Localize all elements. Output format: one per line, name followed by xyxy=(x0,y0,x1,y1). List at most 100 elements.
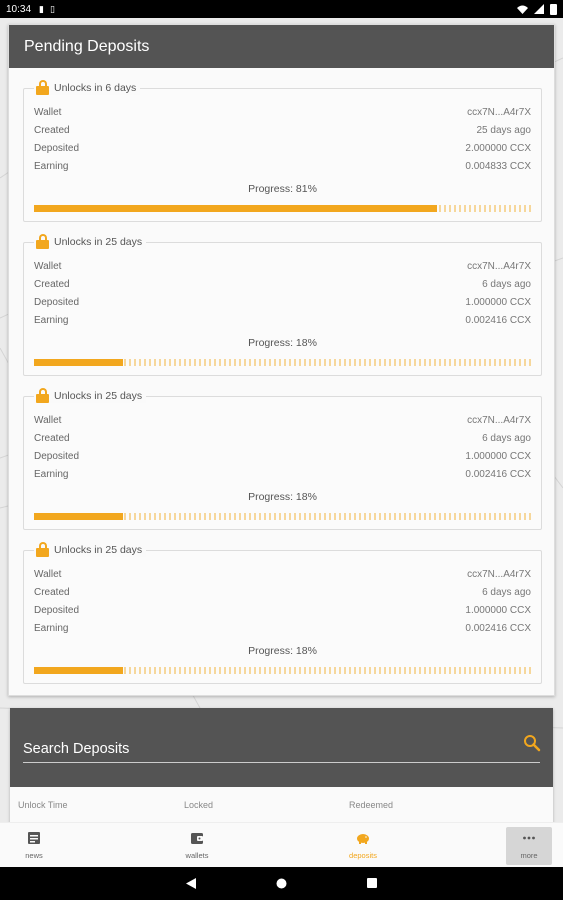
lock-icon xyxy=(36,542,49,557)
created-label: Created xyxy=(34,125,70,136)
wallet-label: Wallet xyxy=(34,107,62,118)
deposited-label: Deposited xyxy=(34,451,80,462)
column-redeemed[interactable]: Redeemed xyxy=(349,800,393,810)
deposit-row-deposited: Deposited 2.000000 CCX xyxy=(34,143,531,157)
progress-bar xyxy=(34,359,531,366)
pending-deposits-title: Pending Deposits xyxy=(9,25,554,68)
deposit-row-wallet: Wallet ccx7N...A4r7X xyxy=(34,261,531,275)
piggy-bank-icon xyxy=(357,834,369,844)
earning-label: Earning xyxy=(34,161,69,172)
deposit-row-earning: Earning 0.002416 CCX xyxy=(34,623,531,637)
created-value: 6 days ago xyxy=(482,433,531,444)
wifi-icon xyxy=(517,5,528,14)
nav-more[interactable]: more xyxy=(506,827,552,865)
sim-icon: ▯ xyxy=(49,3,55,14)
deposit-row-created: Created 25 days ago xyxy=(34,125,531,139)
wallet-icon xyxy=(191,833,203,844)
earning-value: 0.002416 CCX xyxy=(465,469,531,480)
pending-deposits-card: Pending Deposits Unlocks in 6 days Walle… xyxy=(8,24,555,696)
progress-bar xyxy=(34,205,531,212)
deposit-row-deposited: Deposited 1.000000 CCX xyxy=(34,297,531,311)
progress-fill xyxy=(34,359,124,366)
back-icon[interactable] xyxy=(186,878,196,889)
earning-value: 0.002416 CCX xyxy=(465,315,531,326)
notification-icon: ▮ xyxy=(39,3,44,14)
earning-label: Earning xyxy=(34,469,69,480)
wallet-value: ccx7N...A4r7X xyxy=(467,107,531,118)
unlock-legend: Unlocks in 6 days xyxy=(34,80,141,95)
wallet-label: Wallet xyxy=(34,569,62,580)
wallet-value: ccx7N...A4r7X xyxy=(467,569,531,580)
deposit-row-wallet: Wallet ccx7N...A4r7X xyxy=(34,415,531,429)
column-locked[interactable]: Locked xyxy=(184,800,213,810)
search-input[interactable] xyxy=(23,736,483,762)
deposited-value: 1.000000 CCX xyxy=(465,297,531,308)
search-header xyxy=(10,708,553,787)
deposit-row-wallet: Wallet ccx7N...A4r7X xyxy=(34,107,531,121)
created-label: Created xyxy=(34,433,70,444)
lock-icon xyxy=(36,234,49,249)
nav-more-label: more xyxy=(520,851,538,860)
nav-wallets-label: wallets xyxy=(185,851,209,860)
deposit-row-created: Created 6 days ago xyxy=(34,587,531,601)
deposited-label: Deposited xyxy=(34,297,80,308)
lock-icon xyxy=(36,80,49,95)
battery-icon xyxy=(550,3,557,15)
deposit-row-created: Created 6 days ago xyxy=(34,279,531,293)
wallet-value: ccx7N...A4r7X xyxy=(467,261,531,272)
progress-bar xyxy=(34,667,531,674)
nav-news[interactable]: news xyxy=(11,827,57,865)
deposit-row-created: Created 6 days ago xyxy=(34,433,531,447)
nav-wallets[interactable]: wallets xyxy=(174,827,220,865)
created-label: Created xyxy=(34,279,70,290)
unlock-legend: Unlocks in 25 days xyxy=(34,388,147,403)
earning-value: 0.002416 CCX xyxy=(465,623,531,634)
deposit-row-earning: Earning 0.002416 CCX xyxy=(34,315,531,329)
deposited-label: Deposited xyxy=(34,143,80,154)
progress-label: Progress: 18% xyxy=(248,337,317,349)
recents-icon[interactable] xyxy=(367,878,377,888)
deposited-value: 1.000000 CCX xyxy=(465,605,531,616)
deposited-value: 2.000000 CCX xyxy=(465,143,531,154)
unlock-time-label: Unlocks in 6 days xyxy=(54,81,137,94)
unlock-legend: Unlocks in 25 days xyxy=(34,542,147,557)
deposited-value: 1.000000 CCX xyxy=(465,451,531,462)
nav-deposits[interactable]: deposits xyxy=(340,827,386,865)
lock-icon xyxy=(36,388,49,403)
earning-label: Earning xyxy=(34,315,69,326)
progress-label: Progress: 18% xyxy=(248,491,317,503)
news-icon xyxy=(28,832,40,844)
progress-fill xyxy=(34,513,124,520)
wallet-value: ccx7N...A4r7X xyxy=(467,415,531,426)
deposit-item[interactable]: Unlocks in 6 days Wallet ccx7N...A4r7X C… xyxy=(23,80,542,222)
nav-news-label: news xyxy=(25,851,43,860)
nav-deposits-label: deposits xyxy=(349,851,377,860)
created-value: 6 days ago xyxy=(482,279,531,290)
home-icon[interactable] xyxy=(276,878,287,889)
deposit-row-earning: Earning 0.002416 CCX xyxy=(34,469,531,483)
unlock-time-label: Unlocks in 25 days xyxy=(54,543,143,556)
progress-bar xyxy=(34,513,531,520)
search-icon[interactable] xyxy=(523,734,541,752)
signal-icon xyxy=(534,4,544,14)
progress-label: Progress: 81% xyxy=(248,183,317,195)
deposit-item[interactable]: Unlocks in 25 days Wallet ccx7N...A4r7X … xyxy=(23,234,542,376)
deposited-label: Deposited xyxy=(34,605,80,616)
unlock-legend: Unlocks in 25 days xyxy=(34,234,147,249)
progress-label: Progress: 18% xyxy=(248,645,317,657)
deposit-row-earning: Earning 0.004833 CCX xyxy=(34,161,531,175)
unlock-time-label: Unlocks in 25 days xyxy=(54,389,143,402)
created-label: Created xyxy=(34,587,70,598)
deposit-row-deposited: Deposited 1.000000 CCX xyxy=(34,605,531,619)
column-unlock-time[interactable]: Unlock Time xyxy=(18,800,68,810)
earning-label: Earning xyxy=(34,623,69,634)
unlock-time-label: Unlocks in 25 days xyxy=(54,235,143,248)
deposit-item[interactable]: Unlocks in 25 days Wallet ccx7N...A4r7X … xyxy=(23,542,542,684)
progress-fill xyxy=(34,667,124,674)
bottom-nav: news wallets deposits more xyxy=(0,822,563,867)
deposit-item[interactable]: Unlocks in 25 days Wallet ccx7N...A4r7X … xyxy=(23,388,542,530)
status-time: 10:34 xyxy=(6,3,32,15)
wallet-label: Wallet xyxy=(34,261,62,272)
created-value: 6 days ago xyxy=(482,587,531,598)
search-deposits-card: Unlock Time Locked Redeemed xyxy=(10,708,553,838)
